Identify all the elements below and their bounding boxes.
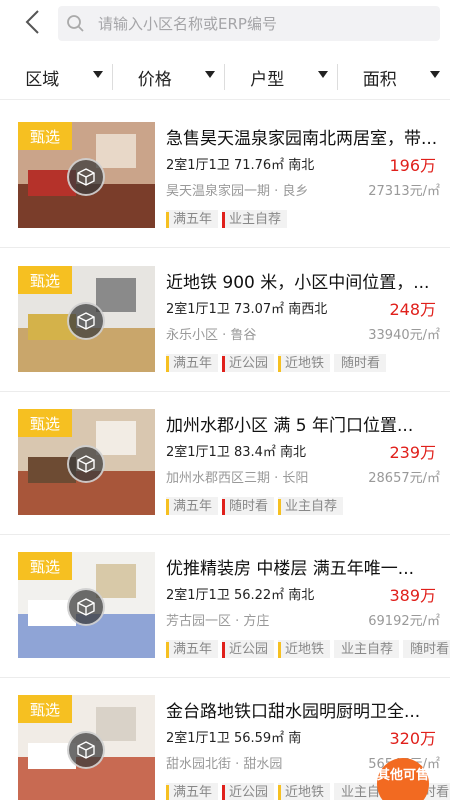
listing-tags: 满五年 随时看 业主自荐: [166, 495, 450, 515]
listing-spec: 2室1厅1卫 56.22㎡ 南北: [166, 588, 315, 603]
listing-price: 389万: [389, 586, 436, 605]
featured-badge: 甄选: [18, 552, 72, 580]
vr-tour-icon[interactable]: [67, 731, 105, 769]
listing-tags: 满五年 近公园 近地铁 业主自荐 随时看: [166, 638, 450, 658]
listing-unit-price: 69192元/㎡: [368, 614, 440, 629]
caret-down-icon: [92, 71, 103, 78]
listing-unit-price: 33940元/㎡: [368, 328, 440, 343]
filter-layout[interactable]: 户型: [225, 56, 338, 99]
listing-spec: 2室1厅1卫 71.76㎡ 南北: [166, 158, 315, 173]
listing-item[interactable]: 甄选 优推精装房 中楼层 满五年唯一... 2室1厅1卫 56.22㎡ 南北 3…: [0, 534, 450, 678]
filter-label: 面积: [362, 70, 397, 90]
vr-tour-icon[interactable]: [67, 302, 105, 340]
vr-tour-icon[interactable]: [67, 158, 105, 196]
listing-spec: 2室1厅1卫 83.4㎡ 南北: [166, 445, 307, 460]
listing-title: 优推精装房 中楼层 满五年唯一...: [166, 559, 415, 579]
filter-label: 区域: [25, 70, 60, 90]
listing-price: 196万: [389, 156, 436, 175]
caret-down-icon: [430, 71, 440, 78]
listing-tag: 近公园: [222, 354, 275, 372]
listing-item[interactable]: 甄选 加州水郡小区 满 5 年门口位置... 2室1厅1卫 83.4㎡ 南北 2…: [0, 391, 450, 535]
listing-tag: 随时看: [403, 640, 450, 658]
filter-bar: 区域 价格 户型 面积: [0, 56, 450, 100]
listing-unit-price: 28657元/㎡: [368, 471, 440, 486]
search-input[interactable]: [98, 6, 428, 41]
listing-photo: 甄选: [18, 409, 155, 515]
search-icon: [67, 15, 84, 32]
caret-down-icon: [317, 71, 328, 78]
listing-location: 甜水园北街 · 甜水园: [166, 757, 283, 772]
cube-icon: [77, 741, 95, 759]
listing-location: 芳古园一区 · 方庄: [166, 614, 270, 629]
listing-price: 239万: [389, 443, 436, 462]
cube-icon: [77, 598, 95, 616]
listing-title: 近地铁 900 米，小区中间位置，...: [166, 273, 430, 293]
filter-area[interactable]: 面积: [338, 56, 450, 99]
filter-region[interactable]: 区域: [0, 56, 113, 99]
search-box[interactable]: [58, 6, 440, 41]
cube-icon: [77, 168, 95, 186]
listing-tags: 满五年 近公园 近地铁 随时看: [166, 352, 450, 372]
listing-tag: 近地铁: [278, 783, 331, 800]
listing-tag: 满五年: [166, 783, 219, 800]
listing-item[interactable]: 甄选 急售昊天温泉家园南北两居室，带... 2室1厅1卫 71.76㎡ 南北 1…: [0, 104, 450, 248]
listing-tag: 近地铁: [278, 354, 331, 372]
vr-tour-icon[interactable]: [67, 588, 105, 626]
listing-tag: 满五年: [166, 210, 219, 228]
listing-tag: 满五年: [166, 354, 219, 372]
listing-tag: 满五年: [166, 640, 219, 658]
back-button[interactable]: [20, 8, 48, 36]
listing-location: 加州水郡西区三期 · 长阳: [166, 471, 309, 486]
top-bar: [0, 0, 450, 48]
cube-icon: [77, 312, 95, 330]
listing-title: 加州水郡小区 满 5 年门口位置...: [166, 416, 414, 436]
listing-photo: 甄选: [18, 552, 155, 658]
filter-price[interactable]: 价格: [113, 56, 225, 99]
listing-price: 248万: [389, 300, 436, 319]
cube-icon: [77, 455, 95, 473]
filter-label: 价格: [137, 70, 172, 90]
listing-tag: 随时看: [222, 497, 275, 515]
listing-spec: 2室1厅1卫 73.07㎡ 南西北: [166, 302, 328, 317]
vr-tour-icon[interactable]: [67, 445, 105, 483]
listing-photo: 甄选: [18, 266, 155, 372]
listing-tag: 满五年: [166, 497, 219, 515]
listing-tag: 近公园: [222, 783, 275, 800]
listing-location: 永乐小区 · 鲁谷: [166, 328, 257, 343]
listing-photo: 甄选: [18, 695, 155, 800]
listing-title: 金台路地铁口甜水园明厨明卫全...: [166, 702, 421, 722]
listing-title: 急售昊天温泉家园南北两居室，带...: [166, 129, 438, 149]
featured-badge: 甄选: [18, 695, 72, 723]
listing-tag: 业主自荐: [334, 640, 400, 658]
listing-location: 昊天温泉家园一期 · 良乡: [166, 184, 309, 199]
filter-label: 户型: [250, 70, 285, 90]
listing-tag: 近地铁: [278, 640, 331, 658]
listing-unit-price: 27313元/㎡: [368, 184, 440, 199]
listing-spec: 2室1厅1卫 56.59㎡ 南: [166, 731, 302, 746]
listing-tag: 业主自荐: [222, 210, 288, 228]
featured-badge: 甄选: [18, 266, 72, 294]
chevron-left-icon: [25, 10, 39, 34]
listing-price: 320万: [389, 729, 436, 748]
featured-badge: 甄选: [18, 409, 72, 437]
listing-photo: 甄选: [18, 122, 155, 228]
listing-item[interactable]: 甄选 近地铁 900 米，小区中间位置，... 2室1厅1卫 73.07㎡ 南西…: [0, 248, 450, 392]
listing-tag: 近公园: [222, 640, 275, 658]
listing-tag: 业主自荐: [278, 497, 344, 515]
listing-tag: 随时看: [334, 354, 387, 372]
featured-badge: 甄选: [18, 122, 72, 150]
caret-down-icon: [205, 71, 215, 78]
listing-tags: 满五年 业主自荐: [166, 208, 450, 228]
